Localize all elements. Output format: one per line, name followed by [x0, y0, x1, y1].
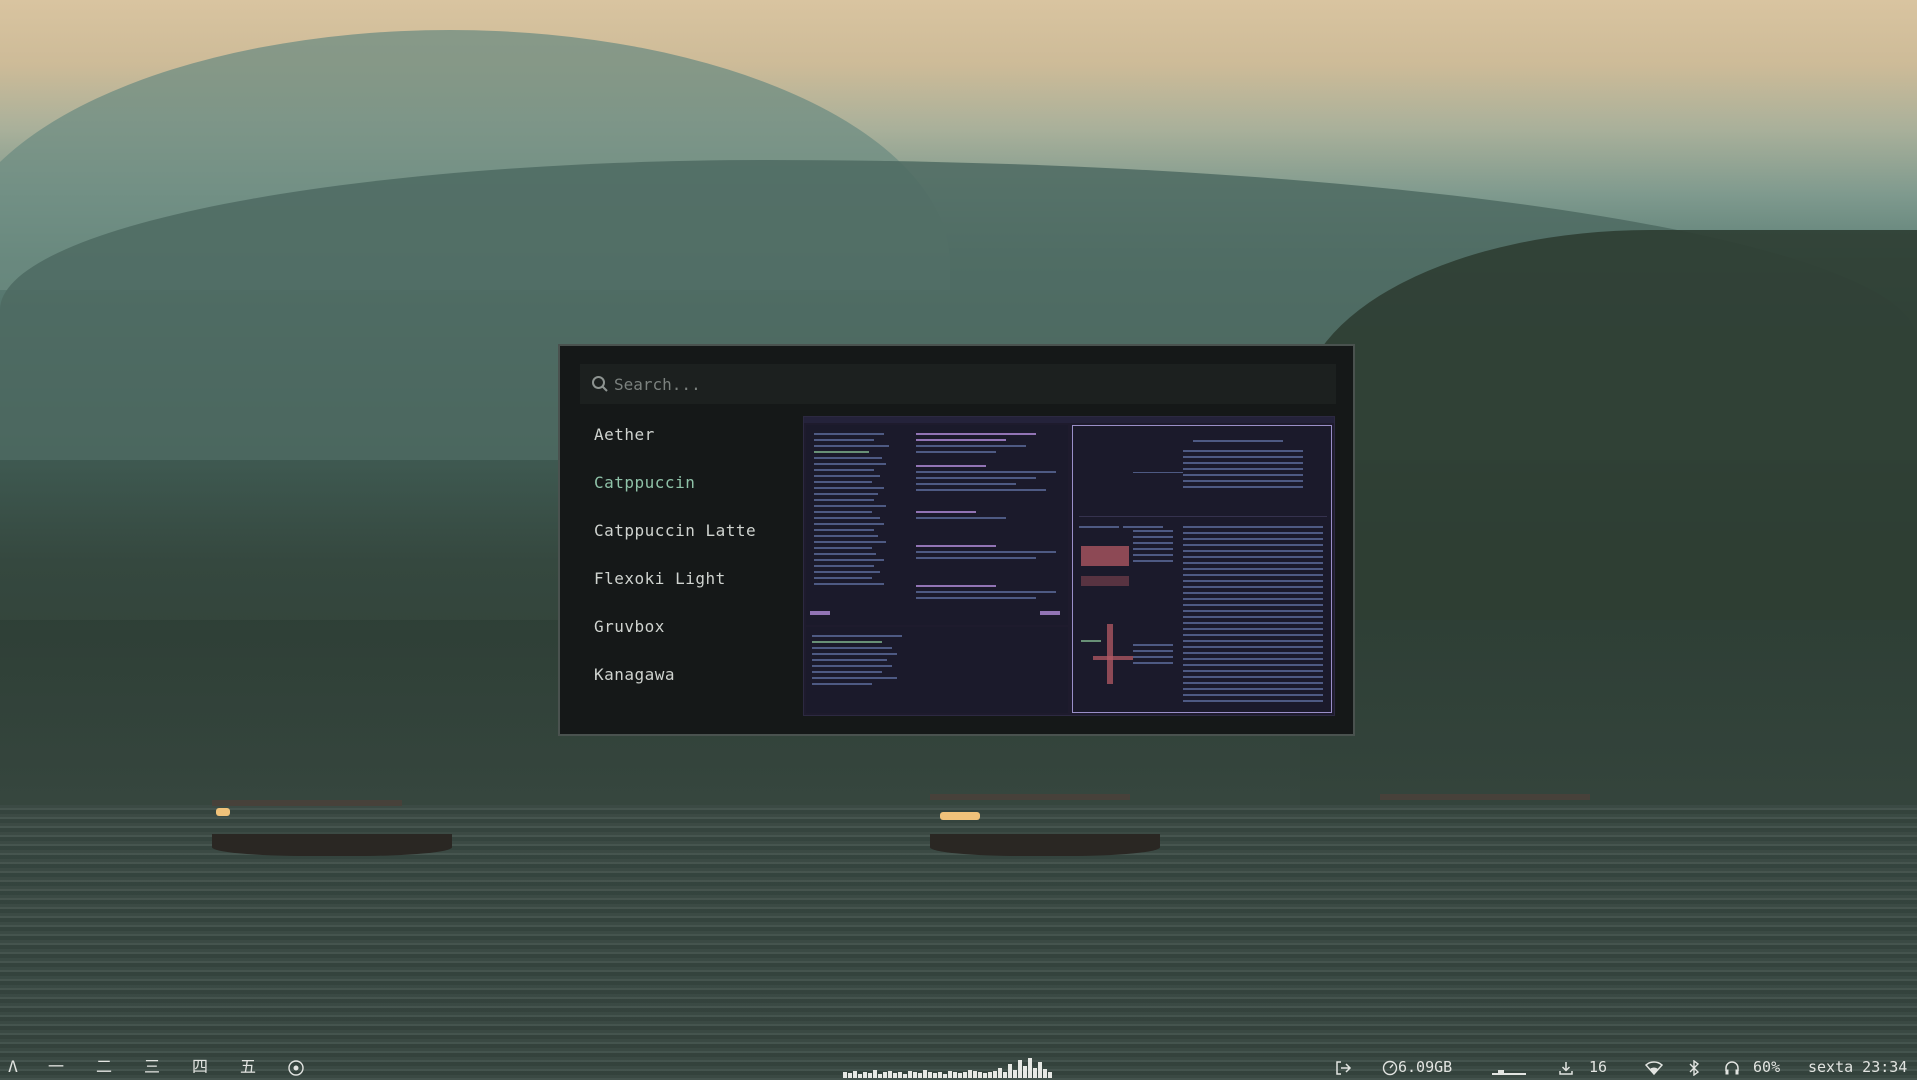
audio-visualizer-bar — [858, 1074, 862, 1078]
audio-visualizer-bar — [993, 1071, 997, 1078]
network-graph-icon — [1490, 1054, 1528, 1080]
audio-visualizer-bar — [878, 1074, 882, 1078]
audio-visualizer-bar — [888, 1071, 892, 1078]
audio-visualizer-bar — [1023, 1066, 1027, 1078]
theme-preview-image — [803, 416, 1335, 716]
clock[interactable]: sexta 23:34 — [1808, 1054, 1907, 1080]
theme-list: Aether Catppuccin Catppuccin Latte Flexo… — [594, 424, 794, 712]
audio-visualizer-bar — [1033, 1068, 1037, 1078]
wifi-icon[interactable] — [1644, 1054, 1664, 1080]
theme-picker-launcher: Aether Catppuccin Catppuccin Latte Flexo… — [558, 344, 1355, 736]
wallpaper-boat-light — [216, 808, 230, 816]
workspace-2-button[interactable]: 二 — [92, 1054, 116, 1080]
audio-visualizer-bar — [968, 1070, 972, 1078]
wallpaper-boat-roof — [212, 800, 402, 806]
audio-visualizer-bar — [953, 1072, 957, 1078]
volume-indicator[interactable]: 60% — [1724, 1054, 1780, 1080]
taskbar: Λ 一 二 三 四 五 6.09GB 16 60% sexta 23:34 — [0, 1054, 1917, 1080]
search-icon — [588, 372, 612, 396]
audio-visualizer-bar — [863, 1072, 867, 1078]
preview-file-list-pane — [806, 627, 1068, 713]
download-icon — [1558, 1058, 1574, 1076]
launcher-logo-icon[interactable]: Λ — [2, 1054, 24, 1080]
preview-topbar — [804, 417, 1334, 423]
gauge-icon — [1382, 1058, 1398, 1076]
audio-visualizer — [843, 1058, 1071, 1078]
theme-list-item[interactable]: Kanagawa — [594, 664, 794, 712]
volume-value: 60% — [1753, 1058, 1781, 1076]
audio-visualizer-bar — [1008, 1064, 1012, 1078]
audio-visualizer-bar — [928, 1072, 932, 1078]
audio-visualizer-bar — [1003, 1072, 1007, 1078]
search-input[interactable] — [612, 374, 1316, 394]
theme-list-item-selected[interactable]: Catppuccin — [594, 472, 794, 520]
audio-visualizer-bar — [913, 1072, 917, 1078]
audio-visualizer-bar — [893, 1073, 897, 1078]
preview-system-monitor-pane — [1072, 425, 1332, 713]
downloads-indicator[interactable]: 16 — [1558, 1054, 1607, 1080]
wallpaper-boat-roof — [1380, 794, 1590, 800]
workspace-1-button[interactable]: 一 — [44, 1054, 68, 1080]
wallpaper-boat-roof — [930, 794, 1130, 800]
memory-usage-value: 6.09GB — [1398, 1058, 1453, 1076]
audio-visualizer-bar — [908, 1071, 912, 1078]
audio-visualizer-bar — [958, 1073, 962, 1078]
theme-list-item[interactable]: Aether — [594, 424, 794, 472]
audio-visualizer-bar — [1018, 1060, 1022, 1078]
audio-visualizer-bar — [873, 1070, 877, 1078]
audio-visualizer-bar — [903, 1074, 907, 1078]
audio-visualizer-bar — [948, 1071, 952, 1078]
theme-list-item[interactable]: Catppuccin Latte — [594, 520, 794, 568]
audio-visualizer-bar — [853, 1071, 857, 1078]
audio-visualizer-bar — [1038, 1062, 1042, 1078]
audio-visualizer-bar — [918, 1073, 922, 1078]
logout-icon[interactable] — [1334, 1054, 1352, 1080]
bluetooth-icon[interactable] — [1688, 1054, 1700, 1080]
workspace-5-button[interactable]: 五 — [236, 1054, 260, 1080]
wallpaper-boat — [212, 834, 452, 856]
search-bar — [580, 364, 1336, 404]
audio-visualizer-bar — [978, 1072, 982, 1078]
circle-dot-icon[interactable] — [284, 1054, 308, 1080]
audio-visualizer-bar — [848, 1073, 852, 1078]
audio-visualizer-bar — [868, 1073, 872, 1078]
audio-visualizer-bar — [1028, 1058, 1032, 1078]
theme-list-item[interactable]: Gruvbox — [594, 616, 794, 664]
audio-visualizer-bar — [988, 1072, 992, 1078]
headphones-icon — [1724, 1058, 1740, 1076]
audio-visualizer-bar — [1013, 1070, 1017, 1078]
audio-visualizer-bar — [998, 1068, 1002, 1078]
audio-visualizer-bar — [938, 1072, 942, 1078]
audio-visualizer-bar — [933, 1073, 937, 1078]
workspace-3-button[interactable]: 三 — [140, 1054, 164, 1080]
audio-visualizer-bar — [923, 1070, 927, 1078]
audio-visualizer-bar — [883, 1072, 887, 1078]
wallpaper-boat-light — [940, 812, 980, 820]
audio-visualizer-bar — [943, 1074, 947, 1078]
audio-visualizer-bar — [963, 1072, 967, 1078]
downloads-count: 16 — [1589, 1058, 1608, 1076]
audio-visualizer-bar — [1048, 1072, 1052, 1078]
audio-visualizer-bar — [973, 1071, 977, 1078]
audio-visualizer-bar — [898, 1072, 902, 1078]
preview-editor-pane — [806, 425, 1068, 625]
workspace-4-button[interactable]: 四 — [188, 1054, 212, 1080]
audio-visualizer-bar — [983, 1073, 987, 1078]
audio-visualizer-bar — [1043, 1069, 1047, 1078]
wallpaper-boat — [930, 834, 1160, 856]
theme-list-item[interactable]: Flexoki Light — [594, 568, 794, 616]
audio-visualizer-bar — [843, 1072, 847, 1078]
memory-indicator: 6.09GB — [1382, 1054, 1452, 1080]
